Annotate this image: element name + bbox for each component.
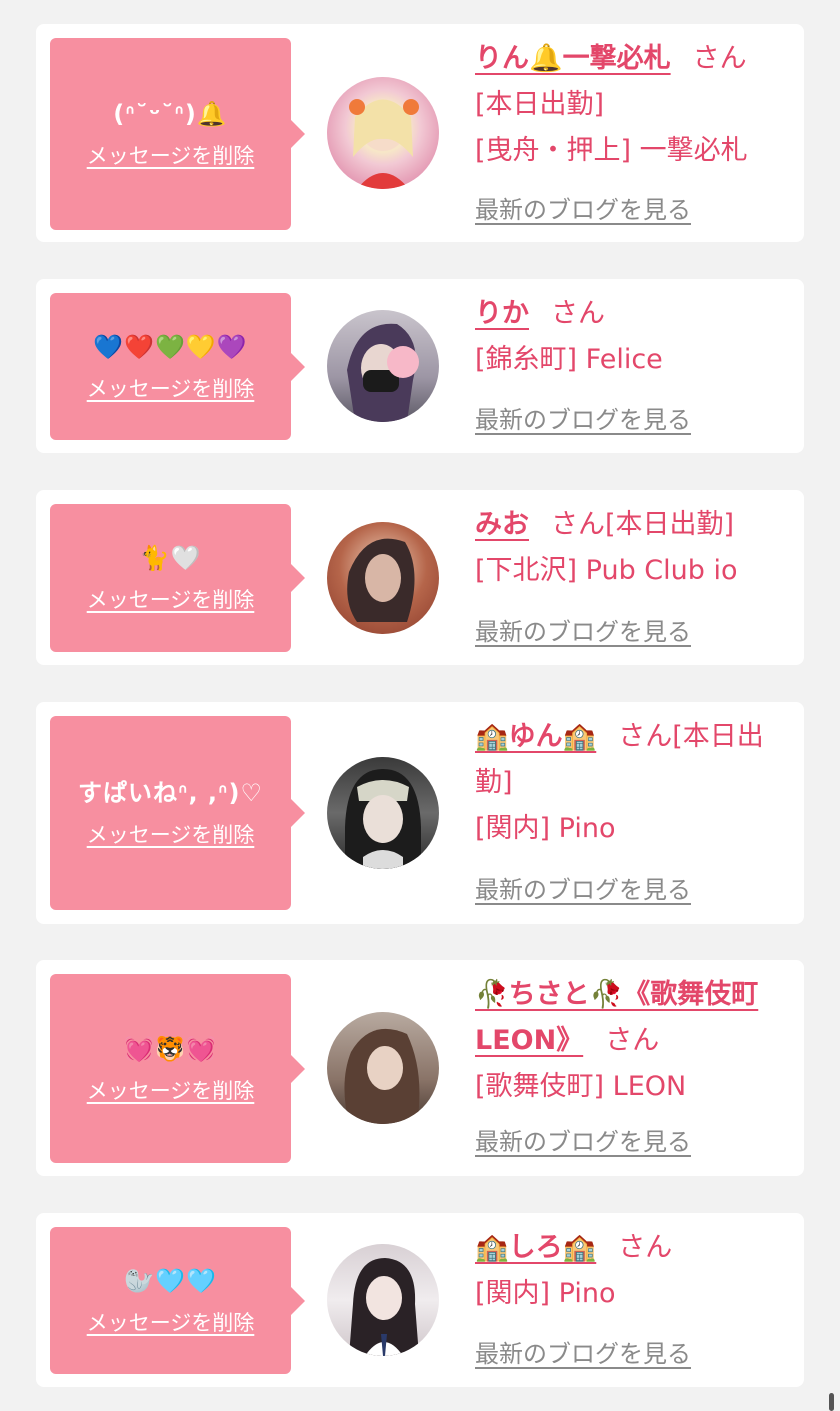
cast-info: りか さん [錦糸町] Felice [475, 291, 790, 383]
delete-message-link[interactable]: メッセージを削除 [87, 373, 255, 403]
latest-blog-link[interactable]: 最新のブログを見る [475, 1334, 691, 1369]
avatar-photo-icon [344, 1028, 420, 1124]
cast-name-link[interactable]: みお [475, 509, 529, 540]
avatar[interactable] [327, 77, 439, 189]
message-card: 🐈🤍 メッセージを削除 みお さん[本日出勤] [下北沢] Pub Club io… [36, 490, 804, 665]
latest-blog-link[interactable]: 最新のブログを見る [475, 870, 691, 905]
san-suffix: さん [618, 1232, 673, 1263]
cast-info: りん🔔一撃必札 さん [本日出勤] [曳舟・押上] 一撃必札 [475, 36, 790, 174]
avatar-photo-icon [345, 769, 421, 869]
avatar[interactable] [327, 1244, 439, 1356]
cast-name-link[interactable]: 🏫ゆん🏫 [475, 721, 596, 752]
san-suffix: さん [692, 43, 747, 74]
delete-message-link[interactable]: メッセージを削除 [87, 140, 255, 170]
message-card: (ᐢ˘ᵕ˘ᐢ)🔔 メッセージを削除 りん🔔一撃必札 さん [本日出勤] [曳舟・押… [36, 24, 804, 242]
message-bubble: 💙❤️💚💛💜 メッセージを削除 [50, 293, 305, 440]
scrollbar[interactable] [829, 1393, 834, 1411]
avatar[interactable] [327, 1012, 439, 1124]
cast-name-link[interactable]: りん🔔一撃必札 [475, 43, 671, 74]
cast-info: みお さん[本日出勤] [下北沢] Pub Club io [475, 502, 790, 594]
latest-blog-link[interactable]: 最新のブログを見る [475, 400, 691, 435]
message-text: 💙❤️💚💛💜 [93, 332, 248, 361]
delete-message-link[interactable]: メッセージを削除 [87, 1075, 255, 1105]
cast-status: [本日出勤] [605, 509, 735, 540]
message-text: 🦭🩵🩵 [124, 1266, 217, 1295]
message-bubble: 🐈🤍 メッセージを削除 [50, 504, 305, 652]
avatar[interactable] [327, 522, 439, 634]
message-text: (ᐢ˘ᵕ˘ᐢ)🔔 [113, 100, 228, 128]
delete-message-link[interactable]: メッセージを削除 [87, 819, 255, 849]
cast-info: 🥀ちさと🥀《歌舞伎町LEON》 さん [歌舞伎町] LEON [475, 972, 790, 1110]
message-list: (ᐢ˘ᵕ˘ᐢ)🔔 メッセージを削除 りん🔔一撃必札 さん [本日出勤] [曳舟・押… [0, 0, 840, 1411]
cast-name-link[interactable]: 🏫しろ🏫 [475, 1232, 596, 1263]
avatar-photo-icon [349, 99, 419, 189]
message-card: すぱいねᐢ, ,ᐢ)♡ メッセージを削除 🏫ゆん🏫 さん[本日出勤] [関内] P… [36, 702, 804, 924]
message-bubble: すぱいねᐢ, ,ᐢ)♡ メッセージを削除 [50, 716, 305, 910]
message-bubble: 🦭🩵🩵 メッセージを削除 [50, 1227, 305, 1374]
cast-shop: [錦糸町] Felice [475, 344, 663, 375]
cast-info: 🏫ゆん🏫 さん[本日出勤] [関内] Pino [475, 714, 790, 852]
cast-name-link[interactable]: りか [475, 298, 529, 329]
cast-shop: [関内] Pino [475, 1278, 616, 1309]
message-card: 💙❤️💚💛💜 メッセージを削除 りか さん [錦糸町] Felice 最新のブログ… [36, 279, 804, 453]
avatar-photo-icon [347, 538, 415, 622]
avatar[interactable] [327, 757, 439, 869]
message-bubble: (ᐢ˘ᵕ˘ᐢ)🔔 メッセージを削除 [50, 38, 305, 230]
delete-message-link[interactable]: メッセージを削除 [87, 584, 255, 614]
cast-shop: [下北沢] Pub Club io [475, 555, 738, 586]
cast-detail: [本日出勤] [475, 89, 605, 120]
cast-shop: [歌舞伎町] LEON [475, 1071, 687, 1102]
cast-info: 🏫しろ🏫 さん [関内] Pino [475, 1225, 790, 1317]
avatar-photo-icon [349, 1258, 419, 1356]
cast-shop: [関内] Pino [475, 813, 616, 844]
san-suffix: さん [551, 509, 605, 540]
message-text: すぱいねᐢ, ,ᐢ)♡ [77, 779, 263, 807]
san-suffix: さん [605, 1025, 660, 1056]
latest-blog-link[interactable]: 最新のブログを見る [475, 190, 691, 225]
san-suffix: さん [551, 298, 605, 329]
avatar-photo-icon [347, 323, 419, 422]
delete-message-link[interactable]: メッセージを削除 [87, 1307, 255, 1337]
message-card: 🦭🩵🩵 メッセージを削除 🏫しろ🏫 さん [関内] Pino 最新のブログを見る [36, 1213, 804, 1387]
san-suffix: さん [618, 721, 673, 752]
latest-blog-link[interactable]: 最新のブログを見る [475, 612, 691, 647]
message-text: 💓🐯💓 [124, 1034, 217, 1063]
message-text: 🐈🤍 [139, 544, 202, 572]
avatar[interactable] [327, 310, 439, 422]
message-card: 💓🐯💓 メッセージを削除 🥀ちさと🥀《歌舞伎町LEON》 さん [歌舞伎町] LE… [36, 960, 804, 1176]
cast-shop: [曳舟・押上] 一撃必札 [475, 135, 748, 166]
message-bubble: 💓🐯💓 メッセージを削除 [50, 974, 305, 1163]
latest-blog-link[interactable]: 最新のブログを見る [475, 1122, 691, 1157]
